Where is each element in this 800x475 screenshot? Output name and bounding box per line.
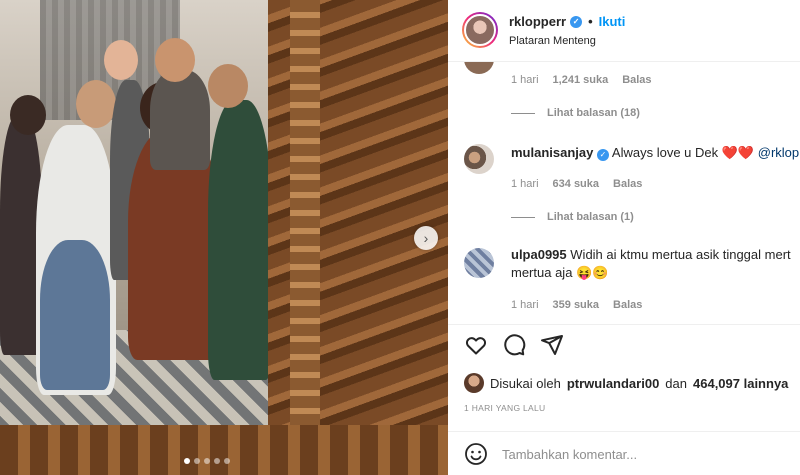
mention-link[interactable]: @rklop [758,145,799,160]
carved-frame-beading [290,0,320,475]
person-figure [150,70,210,170]
emoji: 😝😊 [576,265,609,280]
comment-meta: 1 hari 359 suka Balas [511,299,642,311]
carved-frame-bottom [0,425,448,475]
verified-badge-icon: ✓ [570,15,583,28]
emoji-smiley-icon[interactable] [464,442,488,466]
author-row: rklopperr ✓ • Ikuti [509,14,625,29]
comment-likes[interactable]: 634 suka [553,178,599,190]
post-media[interactable]: › [0,0,448,475]
follow-button[interactable]: Ikuti [599,14,626,29]
likes-summary: Disukai oleh ptrwulandari00 dan 464,097 … [464,373,788,393]
comment-likes[interactable]: 1,241 suka [553,74,609,86]
comment-meta: 1 hari 634 suka Balas [511,178,642,190]
carousel-dot [194,458,200,464]
post-date[interactable]: 1 HARI YANG LALU [464,403,546,413]
person-head [104,40,138,80]
liked-prefix: Disukai oleh [490,375,561,391]
carousel-dots [184,458,230,464]
reply-button[interactable]: Balas [613,178,642,190]
reply-button[interactable]: Balas [613,299,642,311]
heart-emoji: ❤️❤️ [721,145,755,160]
carousel-dot [184,458,190,464]
liker-username[interactable]: ptrwulandari00 [567,376,659,391]
post-side-panel: rklopperr ✓ • Ikuti Plataran Menteng 1 h… [448,0,800,475]
verified-badge-icon: ✓ [597,149,609,161]
photo-reflection [0,0,280,430]
comments-list[interactable]: 1 hari 1,241 suka Balas Lihat balasan (1… [448,62,800,324]
comment-avatar[interactable] [464,144,494,174]
liked-and: dan [665,375,687,391]
post-header: rklopperr ✓ • Ikuti Plataran Menteng [448,0,800,62]
post-actions: Disukai oleh ptrwulandari00 dan 464,097 … [448,324,800,474]
view-replies-button[interactable]: Lihat balasan (18) [511,107,640,119]
comment-text: mulanisanjay ✓ Always love u Dek ❤️❤️ @r… [511,145,800,161]
carousel-next-button[interactable]: › [414,226,438,250]
carousel-dot [224,458,230,464]
person-head [208,64,248,108]
comment-avatar[interactable] [464,62,494,74]
like-heart-icon[interactable] [464,333,488,357]
comment-bubble-icon[interactable] [502,333,526,357]
comment-input[interactable] [502,442,782,466]
person-head [10,95,46,135]
post-location[interactable]: Plataran Menteng [509,35,596,47]
share-send-icon[interactable] [540,333,564,357]
chevron-right-icon: › [423,230,429,246]
carousel-dot [204,458,210,464]
carousel-dot [214,458,220,464]
person-figure [40,240,110,390]
comment-text: ulpa0995 Widih ai ktmu mertua asik tingg… [511,247,791,262]
comment-time: 1 hari [511,178,539,190]
comment-username[interactable]: ulpa0995 [511,247,567,262]
person-head [155,38,195,82]
author-avatar[interactable] [462,12,498,48]
author-username[interactable]: rklopperr [509,14,566,29]
person-figure [208,100,272,380]
comment-time: 1 hari [511,299,539,311]
add-comment-bar [448,431,800,475]
reply-button[interactable]: Balas [622,74,651,86]
separator-dot: • [588,14,593,29]
comment-likes[interactable]: 359 suka [553,299,599,311]
likes-count[interactable]: 464,097 lainnya [693,376,788,391]
comment-username[interactable]: mulanisanjay [511,145,593,160]
comment-text-continued: mertua aja 😝😊 [511,265,609,280]
comment-avatar[interactable] [464,248,494,278]
comment-time: 1 hari [511,74,539,86]
comment-meta: 1 hari 1,241 suka Balas [511,74,652,86]
person-head [76,80,116,128]
liker-avatar[interactable] [464,373,484,393]
view-replies-button[interactable]: Lihat balasan (1) [511,211,634,223]
